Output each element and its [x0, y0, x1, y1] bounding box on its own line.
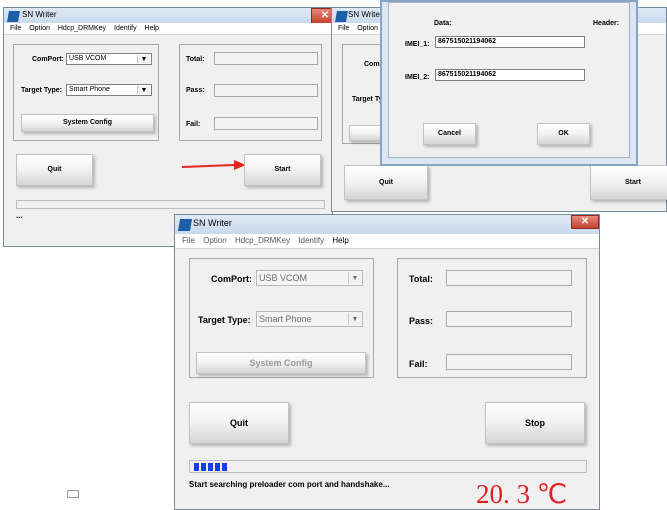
start-button[interactable]: Start — [244, 154, 321, 186]
sn-writer-app-icon — [7, 11, 20, 22]
menu-option[interactable]: Option — [29, 25, 50, 32]
stop-button[interactable]: Stop — [485, 402, 585, 444]
status-text: ... — [16, 211, 23, 220]
sn-writer-window-1: SN Writer ✕ File Option Hdcp_DRMKey Iden… — [3, 7, 339, 247]
window-3-title: SN Writer — [193, 218, 232, 228]
start-button[interactable]: Start — [590, 165, 667, 200]
menu-help[interactable]: Help — [332, 236, 348, 245]
target-type-label: Target Type: — [198, 315, 251, 325]
total-label: Total: — [186, 56, 205, 63]
comport-label: ComPort: — [211, 274, 252, 284]
pass-label: Pass: — [409, 316, 434, 326]
data-label: Data: — [434, 20, 452, 27]
menu-identify[interactable]: Identify — [298, 236, 324, 245]
menu-help[interactable]: Help — [145, 25, 159, 32]
fail-field — [446, 354, 572, 370]
chevron-down-icon[interactable]: ▼ — [137, 55, 150, 63]
counters-group: Total: Pass: Fail: — [179, 44, 322, 141]
sn-writer-app-icon — [177, 219, 193, 231]
target-type-label: Target Ty — [352, 96, 383, 103]
status-text: Start searching preloader com port and h… — [189, 480, 390, 489]
menu-hdcp-drmkey[interactable]: Hdcp_DRMKey — [235, 236, 290, 245]
progress-bar — [189, 460, 587, 473]
window-3-titlebar: SN Writer ✕ — [175, 215, 599, 234]
comport-label: ComPort: — [32, 56, 64, 63]
menu-file[interactable]: File — [182, 236, 195, 245]
progress-block — [215, 463, 220, 471]
imei-2-value: 867515021194062 — [438, 71, 497, 78]
cancel-button[interactable]: Cancel — [423, 123, 476, 145]
pass-field — [214, 84, 318, 97]
system-config-button[interactable]: System Config — [21, 114, 154, 132]
menu-option[interactable]: Option — [357, 25, 378, 32]
imei-2-input[interactable]: 867515021194062 — [435, 69, 585, 81]
fail-field — [214, 117, 318, 130]
close-icon[interactable]: ✕ — [571, 215, 599, 229]
window-3-menubar: File Option Hdcp_DRMKey Identify Help — [175, 234, 599, 249]
menu-hdcp-drmkey[interactable]: Hdcp_DRMKey — [58, 25, 106, 32]
chevron-down-icon[interactable]: ▼ — [348, 272, 361, 284]
header-label: Header: — [593, 20, 620, 27]
red-arrow-icon — [181, 160, 246, 170]
target-type-select[interactable]: Smart Phone ▼ — [66, 84, 152, 96]
imei-dialog: Data: Header: IMEI_1: 867515021194062 IM… — [380, 0, 638, 166]
imei-1-input[interactable]: 867515021194062 — [435, 36, 585, 48]
fail-label: Fail: — [186, 121, 201, 128]
pass-label: Pass: — [186, 87, 205, 94]
menu-identify[interactable]: Identify — [114, 25, 137, 32]
total-field — [214, 52, 318, 65]
system-config-button[interactable]: System Config — [196, 352, 366, 374]
comport-value: USB VCOM — [69, 55, 107, 62]
progress-block — [208, 463, 213, 471]
target-type-value: Smart Phone — [69, 86, 110, 93]
imei-1-label: IMEI_1: — [405, 41, 430, 48]
progress-bar — [16, 200, 325, 209]
comport-select[interactable]: USB VCOM ▼ — [256, 270, 363, 286]
progress-block — [222, 463, 227, 471]
total-label: Total: — [409, 274, 433, 284]
window-1-title: SN Writer — [22, 10, 57, 19]
target-type-value: Smart Phone — [259, 314, 312, 324]
progress-block — [194, 463, 199, 471]
target-type-select[interactable]: Smart Phone ▼ — [256, 311, 363, 327]
total-field — [446, 270, 572, 286]
window-1-menubar: File Option Hdcp_DRMKey Identify Help — [4, 23, 332, 35]
comport-select[interactable]: USB VCOM ▼ — [66, 53, 152, 65]
temperature-readout: 20. 3 ℃ — [476, 479, 568, 509]
window-2-title: SN Writer — [348, 10, 383, 19]
imei-2-label: IMEI_2: — [405, 74, 430, 81]
target-type-label: Target Type: — [21, 87, 62, 94]
chevron-down-icon[interactable]: ▼ — [348, 313, 361, 325]
port-settings-group: ComPort: USB VCOM ▼ Target Type: Smart P… — [189, 258, 374, 378]
progress-block — [201, 463, 206, 471]
menu-file[interactable]: File — [10, 25, 21, 32]
menu-file[interactable]: File — [338, 25, 349, 32]
port-settings-group: ComPort: USB VCOM ▼ Target Type: Smart P… — [13, 44, 159, 141]
quit-button[interactable]: Quit — [16, 154, 93, 186]
counters-group: Total: Pass: Fail: — [397, 258, 587, 378]
ok-button[interactable]: OK — [537, 123, 590, 145]
chevron-down-icon[interactable]: ▼ — [137, 86, 150, 94]
quit-button[interactable]: Quit — [344, 165, 428, 200]
imei-1-value: 867515021194062 — [438, 38, 497, 45]
menu-option[interactable]: Option — [203, 236, 227, 245]
fail-label: Fail: — [409, 359, 428, 369]
comport-value: USB VCOM — [259, 273, 308, 283]
quit-button[interactable]: Quit — [189, 402, 289, 444]
sn-writer-window-3: SN Writer ✕ File Option Hdcp_DRMKey Iden… — [174, 214, 600, 510]
imei-dialog-body: Data: Header: IMEI_1: 867515021194062 IM… — [388, 2, 630, 158]
window-1-titlebar: SN Writer ✕ — [4, 8, 339, 24]
taskbar-thumbnail[interactable] — [67, 490, 79, 498]
sn-writer-app-icon — [335, 11, 348, 22]
pass-field — [446, 311, 572, 327]
